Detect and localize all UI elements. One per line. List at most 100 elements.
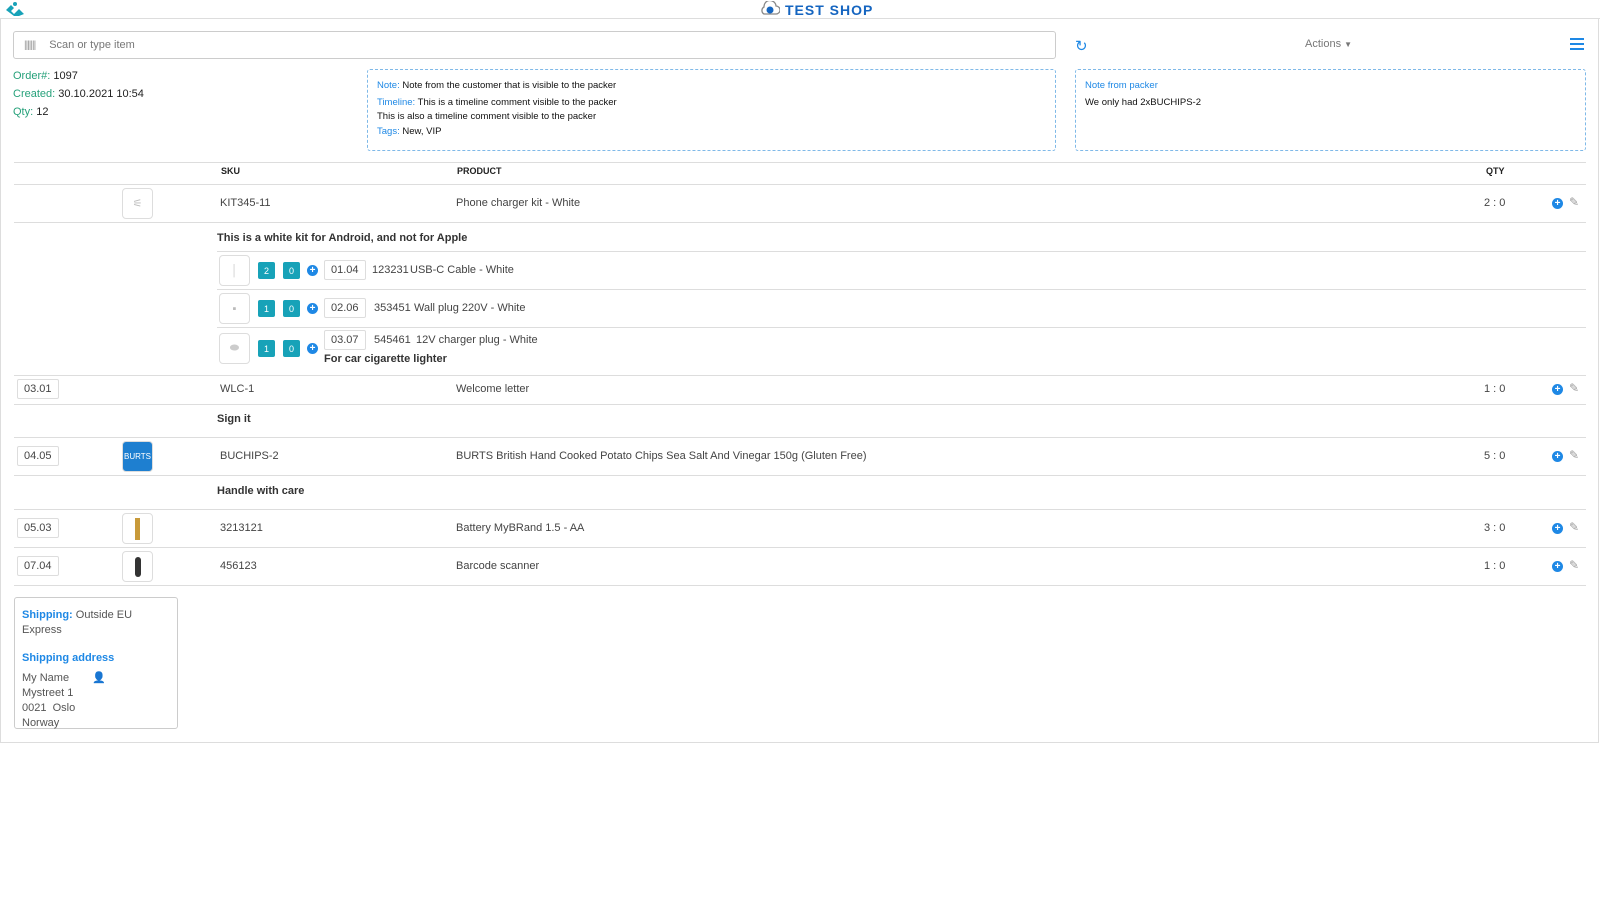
sku-cell: KIT345-11 bbox=[220, 197, 271, 209]
add-qty-icon[interactable]: + bbox=[1552, 561, 1563, 572]
add-qty-icon[interactable]: + bbox=[307, 303, 318, 314]
sku-cell: WLC-1 bbox=[220, 383, 255, 395]
item-note: Handle with care bbox=[217, 485, 305, 497]
hamburger-menu-icon[interactable] bbox=[1570, 38, 1584, 53]
sku-cell: 353451 bbox=[374, 302, 411, 314]
add-qty-icon[interactable]: + bbox=[1552, 451, 1563, 462]
product-cell: 12V charger plug - White bbox=[416, 334, 538, 346]
scan-search-field[interactable]: ||||||| bbox=[13, 31, 1056, 59]
address-name: My Name bbox=[22, 672, 70, 684]
add-qty-icon[interactable]: + bbox=[1552, 523, 1563, 534]
created-value: 30.10.2021 10:54 bbox=[58, 88, 144, 100]
location-badge: 03.01 bbox=[17, 379, 59, 399]
shop-title: TEST SHOP bbox=[760, 0, 873, 19]
packer-note-text: We only had 2xBUCHIPS-2 bbox=[1085, 96, 1201, 108]
qty-cell: 1 : 0 bbox=[1484, 383, 1506, 395]
packer-note-box[interactable]: Note from packer We only had 2xBUCHIPS-2 bbox=[1075, 69, 1586, 151]
picked-count: 0 bbox=[283, 300, 300, 317]
tags-value: New, VIP bbox=[402, 125, 442, 137]
picked-count: 0 bbox=[283, 340, 300, 357]
product-thumbnail bbox=[122, 513, 153, 544]
location-badge: 02.06 bbox=[324, 298, 366, 318]
picked-count: 0 bbox=[283, 262, 300, 279]
qty-cell: 5 : 0 bbox=[1484, 450, 1506, 462]
qty-cell: 3 : 0 bbox=[1484, 522, 1506, 534]
product-cell: Phone charger kit - White bbox=[456, 197, 581, 209]
qty-label: Qty: bbox=[13, 106, 34, 118]
location-badge: 04.05 bbox=[17, 446, 59, 466]
order-label: Order#: bbox=[13, 70, 51, 82]
product-thumbnail: ▪ bbox=[219, 293, 250, 324]
product-thumbnail: │ bbox=[219, 255, 250, 286]
item-note: This is a white kit for Android, and not… bbox=[217, 232, 468, 244]
add-qty-icon[interactable]: + bbox=[1552, 198, 1563, 209]
note-text: Note from the customer that is visible t… bbox=[402, 80, 617, 91]
shipping-label: Shipping: bbox=[22, 609, 73, 621]
cloud-globe-icon bbox=[760, 0, 781, 18]
edit-user-icon[interactable]: 👤 bbox=[92, 671, 106, 686]
item-note: Sign it bbox=[217, 413, 251, 425]
item-note: For car cigarette lighter bbox=[324, 353, 447, 365]
column-header-qty: QTY bbox=[1486, 166, 1505, 176]
qty-cell: 1 : 0 bbox=[1484, 560, 1506, 572]
scan-input[interactable] bbox=[49, 39, 950, 51]
edit-icon[interactable]: ✎ bbox=[1569, 448, 1579, 462]
shipping-address-title: Shipping address bbox=[22, 652, 115, 664]
sku-cell: 123231 bbox=[372, 264, 409, 276]
app-logo-icon[interactable] bbox=[4, 1, 26, 20]
shipping-box: Shipping: Outside EU Express Shipping ad… bbox=[14, 597, 178, 729]
sku-cell: 545461 bbox=[374, 334, 411, 346]
order-notes-box: Note: Note from the customer that is vis… bbox=[367, 69, 1056, 151]
product-thumbnail: BURTS bbox=[122, 441, 153, 472]
edit-icon[interactable]: ✎ bbox=[1569, 520, 1579, 534]
product-cell: Barcode scanner bbox=[456, 560, 540, 572]
needed-count: 1 bbox=[258, 300, 275, 317]
actions-label: Actions bbox=[1305, 38, 1342, 50]
caret-down-icon: ▼ bbox=[1344, 40, 1353, 49]
edit-icon[interactable]: ✎ bbox=[1569, 195, 1579, 209]
edit-icon[interactable]: ✎ bbox=[1569, 381, 1579, 395]
tags-label: Tags: bbox=[377, 125, 400, 137]
order-number: Order#: 1097 bbox=[13, 70, 78, 82]
product-thumbnail bbox=[122, 551, 153, 582]
column-header-sku: SKU bbox=[221, 166, 241, 176]
packer-note-title: Note from packer bbox=[1085, 80, 1158, 91]
sku-cell: BUCHIPS-2 bbox=[220, 450, 279, 462]
address-country: Norway bbox=[22, 717, 60, 729]
column-header-product: PRODUCT bbox=[457, 166, 502, 176]
add-qty-icon[interactable]: + bbox=[307, 343, 318, 354]
address-city: 0021 Oslo bbox=[22, 702, 76, 714]
product-thumbnail: ⚟ bbox=[122, 188, 153, 219]
shop-title-text: TEST SHOP bbox=[785, 1, 874, 18]
product-thumbnail: ⬬ bbox=[219, 333, 250, 364]
actions-dropdown[interactable]: Actions ▼ bbox=[1305, 38, 1352, 50]
sku-cell: 456123 bbox=[220, 560, 257, 572]
add-qty-icon[interactable]: + bbox=[1552, 384, 1563, 395]
location-badge: 01.04 bbox=[324, 260, 366, 280]
barcode-icon: ||||||| bbox=[24, 39, 36, 51]
timeline-label: Timeline: bbox=[377, 96, 416, 108]
location-badge: 05.03 bbox=[17, 518, 59, 538]
note-label: Note: bbox=[377, 80, 400, 91]
refresh-icon[interactable]: ↻ bbox=[1075, 37, 1088, 55]
product-cell: Wall plug 220V - White bbox=[414, 302, 526, 314]
location-badge: 07.04 bbox=[17, 556, 59, 576]
product-cell: Battery MyBRand 1.5 - AA bbox=[456, 522, 585, 534]
timeline-comment: This is a timeline comment visible to th… bbox=[417, 96, 617, 108]
edit-icon[interactable]: ✎ bbox=[1569, 558, 1579, 572]
qty-value: 12 bbox=[36, 106, 49, 118]
order-qty: Qty: 12 bbox=[13, 106, 48, 118]
qty-cell: 2 : 0 bbox=[1484, 197, 1506, 209]
timeline-comment: This is also a timeline comment visible … bbox=[377, 111, 597, 122]
created-label: Created: bbox=[13, 88, 56, 100]
add-qty-icon[interactable]: + bbox=[307, 265, 318, 276]
order-created: Created: 30.10.2021 10:54 bbox=[13, 88, 144, 100]
needed-count: 2 bbox=[258, 262, 275, 279]
address-street: Mystreet 1 bbox=[22, 687, 74, 699]
product-cell: BURTS British Hand Cooked Potato Chips S… bbox=[456, 450, 867, 462]
needed-count: 1 bbox=[258, 340, 275, 357]
product-cell: Welcome letter bbox=[456, 383, 530, 395]
order-value: 1097 bbox=[53, 70, 78, 82]
product-cell: USB-C Cable - White bbox=[410, 264, 514, 276]
sku-cell: 3213121 bbox=[220, 522, 263, 534]
